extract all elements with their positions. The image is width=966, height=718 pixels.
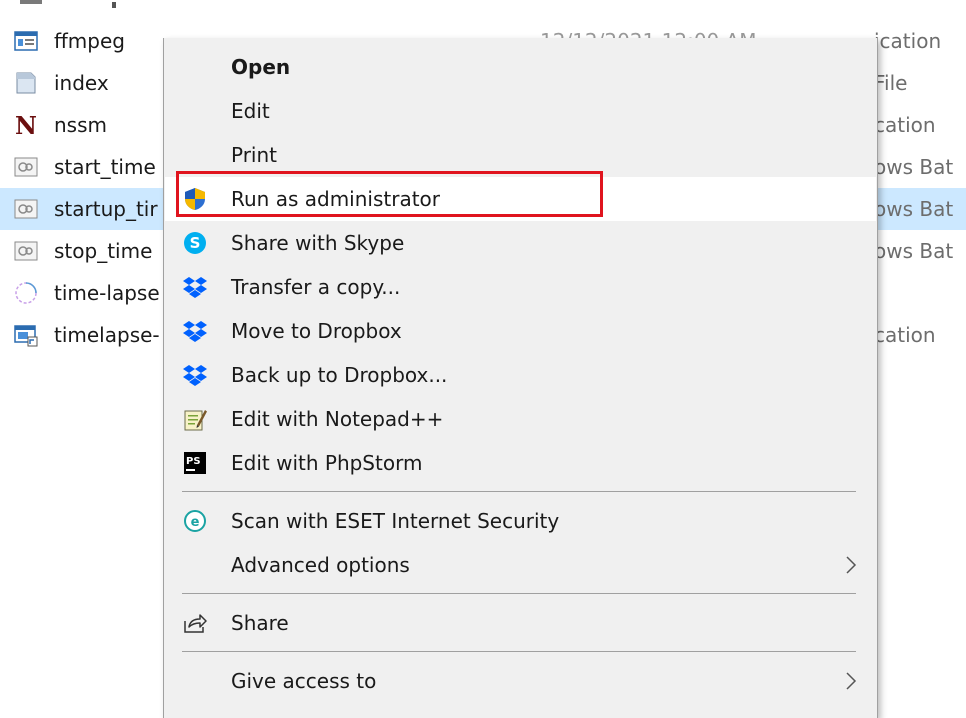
menu-item-label: Print: [231, 143, 278, 167]
menu-item-edit-with-notepadplusplus[interactable]: Edit with Notepad++: [165, 397, 876, 441]
menu-item-run-as-administrator[interactable]: Run as administrator: [165, 177, 876, 221]
eset-icon: e: [184, 510, 206, 532]
file-name: startup_tir: [54, 197, 158, 221]
menu-item-share[interactable]: Share: [165, 601, 876, 645]
partial-row-above: [20, 0, 116, 8]
file-name: ffmpeg: [54, 29, 125, 53]
dropbox-icon: [183, 277, 207, 298]
menu-item-open[interactable]: Open: [165, 45, 876, 89]
svg-text:e: e: [191, 515, 200, 530]
menu-item-label: Edit with Notepad++: [231, 407, 444, 431]
notepadplusplus-icon: [184, 410, 207, 431]
file-type: ows Bat: [874, 239, 954, 263]
context-menu: Open Edit Print Run as administrator S S…: [163, 38, 878, 718]
chevron-right-icon: [846, 556, 857, 574]
menu-item-label: Run as administrator: [231, 187, 441, 211]
menu-item-print[interactable]: Print: [165, 133, 876, 177]
dropbox-icon: [183, 321, 207, 342]
menu-item-transfer-a-copy[interactable]: Transfer a copy...: [165, 265, 876, 309]
menu-item-label: Back up to Dropbox...: [231, 363, 448, 387]
file-type: cation: [874, 323, 936, 347]
svg-text:PS: PS: [186, 456, 201, 467]
file-type: ows Bat: [874, 155, 954, 179]
dropbox-icon: [183, 365, 207, 386]
menu-item-label: Transfer a copy...: [231, 275, 401, 299]
uac-shield-icon: [185, 188, 205, 210]
menu-item-label: Edit: [231, 99, 270, 123]
menu-item-share-with-skype[interactable]: S Share with Skype: [165, 221, 876, 265]
batch-file-icon: [14, 241, 38, 261]
application-icon: [14, 325, 38, 347]
menu-item-advanced-options[interactable]: Advanced options: [165, 543, 876, 587]
batch-file-icon: [14, 157, 38, 177]
svg-text:S: S: [190, 234, 201, 252]
menu-item-label: Move to Dropbox: [231, 319, 402, 343]
menu-item-label: Share with Skype: [231, 231, 405, 255]
menu-item-label: Give access to: [231, 669, 377, 693]
menu-item-label: Share: [231, 611, 289, 635]
menu-item-give-access-to[interactable]: Give access to: [165, 659, 876, 703]
file-type: cation: [874, 113, 936, 137]
file-icon: [16, 72, 36, 94]
svg-text:N: N: [15, 113, 37, 137]
share-icon: [184, 614, 207, 633]
menu-item-edit[interactable]: Edit: [165, 89, 876, 133]
loading-file-icon: [15, 282, 37, 304]
batch-file-icon: [14, 199, 38, 219]
menu-item-move-to-dropbox[interactable]: Move to Dropbox: [165, 309, 876, 353]
file-type: ication: [874, 29, 942, 53]
menu-separator: [182, 491, 856, 492]
menu-item-edit-with-phpstorm[interactable]: PS Edit with PhpStorm: [165, 441, 876, 485]
phpstorm-icon: PS: [184, 452, 206, 474]
menu-separator: [182, 651, 856, 652]
file-name: nssm: [54, 113, 107, 137]
menu-item-label: Open: [231, 55, 291, 79]
application-icon: [14, 31, 38, 51]
file-name: timelapse-: [54, 323, 160, 347]
menu-item-scan-with-eset[interactable]: e Scan with ESET Internet Security: [165, 499, 876, 543]
menu-item-back-up-to-dropbox[interactable]: Back up to Dropbox...: [165, 353, 876, 397]
file-name: stop_time: [54, 239, 153, 263]
menu-item-label: Advanced options: [231, 553, 410, 577]
file-type: ows Bat: [874, 197, 954, 221]
menu-item-label: Edit with PhpStorm: [231, 451, 423, 475]
menu-item-label: Scan with ESET Internet Security: [231, 509, 560, 533]
file-name: index: [54, 71, 109, 95]
chevron-right-icon: [846, 672, 857, 690]
file-name: start_time: [54, 155, 156, 179]
file-name: time-lapse: [54, 281, 160, 305]
nssm-icon: N: [15, 113, 37, 137]
file-type: File: [874, 71, 908, 95]
menu-separator: [182, 593, 856, 594]
skype-icon: S: [184, 232, 206, 254]
